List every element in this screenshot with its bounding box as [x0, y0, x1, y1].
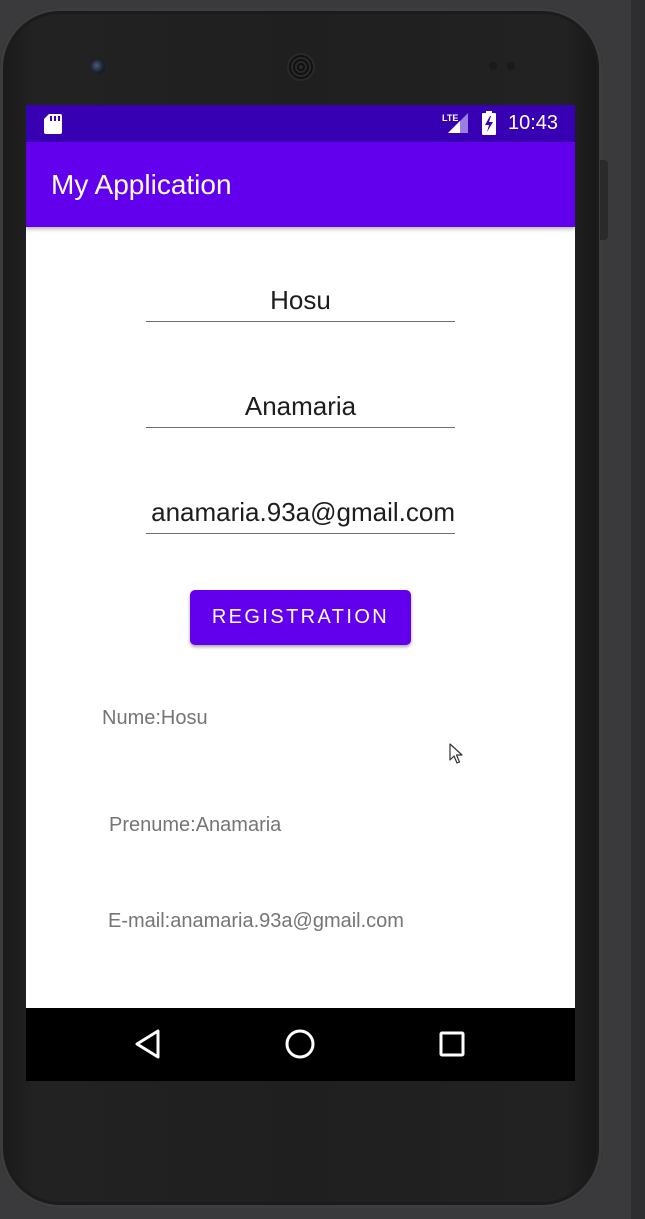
- output-email: E-mail:anamaria.93a@gmail.com: [108, 910, 404, 932]
- battery-charging-icon: [482, 111, 496, 135]
- earpiece-speaker-icon: [287, 53, 315, 81]
- last-name-value: Hosu: [270, 285, 331, 315]
- network-label: LTE: [442, 113, 458, 123]
- last-name-input[interactable]: Hosu: [146, 283, 455, 322]
- first-name-value: Anamaria: [244, 391, 357, 421]
- front-camera-icon: [91, 60, 105, 74]
- emulator-window: LTE 10:43 My Application Hosu Anamaria a…: [0, 0, 645, 1219]
- back-icon[interactable]: [131, 1026, 167, 1062]
- home-icon[interactable]: [282, 1026, 318, 1062]
- email-value: anamaria.93a@gmail.com: [151, 497, 455, 527]
- power-button[interactable]: [600, 160, 608, 240]
- device-screen: LTE 10:43 My Application Hosu Anamaria a…: [26, 105, 575, 1081]
- email-input[interactable]: anamaria.93a@gmail.com: [146, 495, 455, 534]
- recents-icon[interactable]: [434, 1026, 470, 1062]
- first-name-input[interactable]: Anamaria: [146, 389, 455, 428]
- app-toolbar: My Application: [26, 142, 575, 227]
- proximity-sensor-icon: [489, 62, 497, 70]
- mouse-pointer-icon: [449, 743, 463, 764]
- output-first-name: Prenume:Anamaria: [109, 814, 282, 836]
- lte-signal-icon: LTE: [442, 113, 468, 133]
- light-sensor-icon: [507, 62, 515, 70]
- output-last-name: Nume:Hosu: [102, 707, 208, 729]
- emulator-frame-edge: [631, 0, 645, 1219]
- registration-button[interactable]: REGISTRATION: [190, 590, 411, 645]
- navigation-bar: [26, 1008, 575, 1081]
- status-clock: 10:43: [508, 112, 559, 134]
- app-title: My Application: [51, 169, 232, 200]
- status-bar: LTE 10:43: [26, 105, 575, 142]
- sd-card-icon: [44, 114, 62, 134]
